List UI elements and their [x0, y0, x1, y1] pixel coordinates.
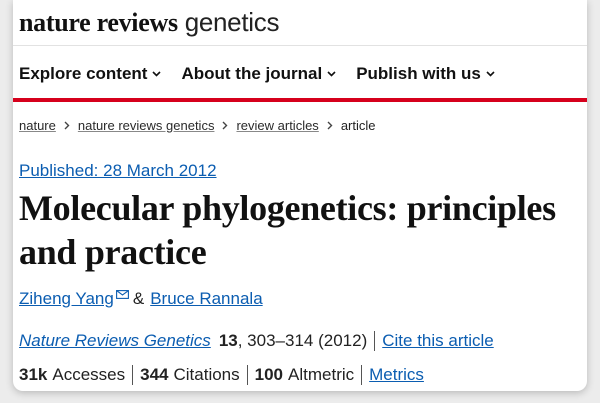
author-bruce-rannala[interactable]: Bruce Rannala — [150, 289, 262, 309]
altmetric-score: 100 — [254, 365, 284, 384]
article-title: Molecular phylogenetics: principles and … — [19, 188, 556, 272]
main-nav: Explore content About the journal Publis… — [19, 64, 495, 84]
header-divider — [13, 45, 587, 46]
chevron-right-icon — [64, 121, 70, 130]
chevron-right-icon — [222, 121, 228, 130]
nav-label: Publish with us — [356, 64, 481, 83]
nav-label: About the journal — [181, 64, 323, 83]
logo-genetics: genetics — [184, 7, 280, 37]
breadcrumb-nature-reviews-genetics[interactable]: nature reviews genetics — [78, 118, 215, 133]
accesses-count: 31k — [19, 365, 48, 384]
accesses-label: Accesses — [52, 365, 126, 384]
nav-about-the-journal[interactable]: About the journal — [181, 64, 336, 84]
breadcrumb-current: article — [340, 118, 376, 133]
cite-this-article-link[interactable]: Cite this article — [382, 331, 493, 351]
volume-number: 13 — [218, 331, 238, 350]
logo-nature-reviews: nature reviews — [19, 8, 178, 37]
chevron-down-icon — [327, 71, 336, 77]
chevron-down-icon — [486, 71, 495, 77]
author-separator: & — [132, 289, 145, 308]
chevron-right-icon — [327, 121, 333, 130]
altmetric-label: Altmetric — [288, 365, 355, 384]
accent-bar — [13, 98, 587, 102]
pages-year: , 303–314 (2012) — [237, 331, 368, 350]
author-ziheng-yang[interactable]: Ziheng Yang — [19, 289, 114, 309]
page-frame: nature reviews genetics Explore content … — [13, 0, 587, 391]
nav-label: Explore content — [19, 64, 148, 83]
chevron-down-icon — [152, 71, 162, 77]
divider — [374, 331, 376, 351]
citation-line: Nature Reviews Genetics 13 , 303–314 (20… — [19, 331, 494, 351]
nav-publish-with-us[interactable]: Publish with us — [356, 64, 495, 84]
envelope-icon[interactable] — [115, 290, 129, 299]
journal-link[interactable]: Nature Reviews Genetics — [19, 331, 211, 351]
breadcrumb-review-articles[interactable]: review articles — [236, 118, 318, 133]
divider — [361, 365, 363, 385]
nav-explore-content[interactable]: Explore content — [19, 64, 162, 84]
breadcrumb-nature[interactable]: nature — [19, 118, 56, 133]
divider — [132, 365, 134, 385]
article-metrics: 31k Accesses 344 Citations 100 Altmetric… — [19, 365, 424, 385]
divider — [246, 365, 248, 385]
published-date-link[interactable]: Published: 28 March 2012 — [19, 161, 217, 181]
site-logo[interactable]: nature reviews genetics — [19, 7, 279, 38]
author-list: Ziheng Yang & Bruce Rannala — [19, 289, 263, 309]
citations-label: Citations — [173, 365, 240, 384]
citations-count: 344 — [140, 365, 169, 384]
metrics-link[interactable]: Metrics — [369, 365, 424, 385]
breadcrumb: nature nature reviews genetics review ar… — [19, 118, 376, 133]
